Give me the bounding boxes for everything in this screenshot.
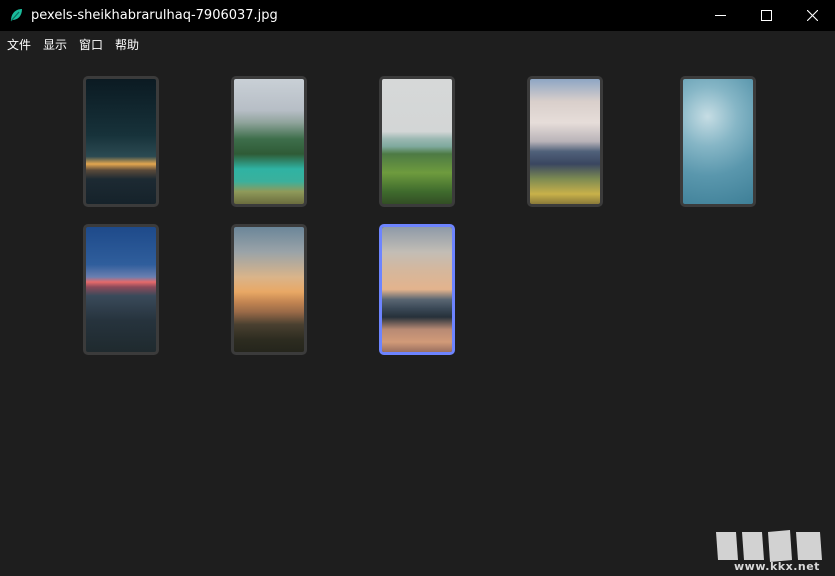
thumbnail-image	[86, 79, 156, 204]
menu-view[interactable]: 显示	[43, 31, 67, 59]
thumbnail-image	[382, 79, 452, 204]
thumbnail-image	[86, 227, 156, 352]
thumbnail-image	[382, 227, 452, 352]
thumbnail-3[interactable]	[379, 76, 455, 207]
watermark-url: www.kkx.net	[734, 560, 820, 573]
app-leaf-icon	[10, 9, 22, 22]
menu-file[interactable]: 文件	[7, 31, 31, 59]
thumbnail-5[interactable]	[680, 76, 756, 207]
menu-window[interactable]: 窗口	[79, 31, 103, 59]
thumbnail-6[interactable]	[83, 224, 159, 355]
menu-help[interactable]: 帮助	[115, 31, 139, 59]
window-title: pexels-sheikhabrarulhaq-7906037.jpg	[31, 8, 278, 23]
thumbnail-image	[530, 79, 600, 204]
menu-bar: 文件 显示 窗口 帮助	[0, 31, 835, 59]
thumbnail-2[interactable]	[231, 76, 307, 207]
close-icon	[806, 10, 818, 21]
thumbnail-image	[234, 79, 304, 204]
maximize-icon	[760, 10, 772, 21]
minimize-button[interactable]	[697, 0, 743, 31]
thumbnail-image	[234, 227, 304, 352]
thumbnail-image	[683, 79, 753, 204]
title-bar: pexels-sheikhabrarulhaq-7906037.jpg	[0, 0, 835, 31]
thumbnail-1[interactable]	[83, 76, 159, 207]
thumbnail-4[interactable]	[527, 76, 603, 207]
minimize-icon	[714, 15, 726, 16]
close-button[interactable]	[789, 0, 835, 31]
thumbnail-8-selected[interactable]	[379, 224, 455, 355]
thumbnail-7[interactable]	[231, 224, 307, 355]
maximize-button[interactable]	[743, 0, 789, 31]
